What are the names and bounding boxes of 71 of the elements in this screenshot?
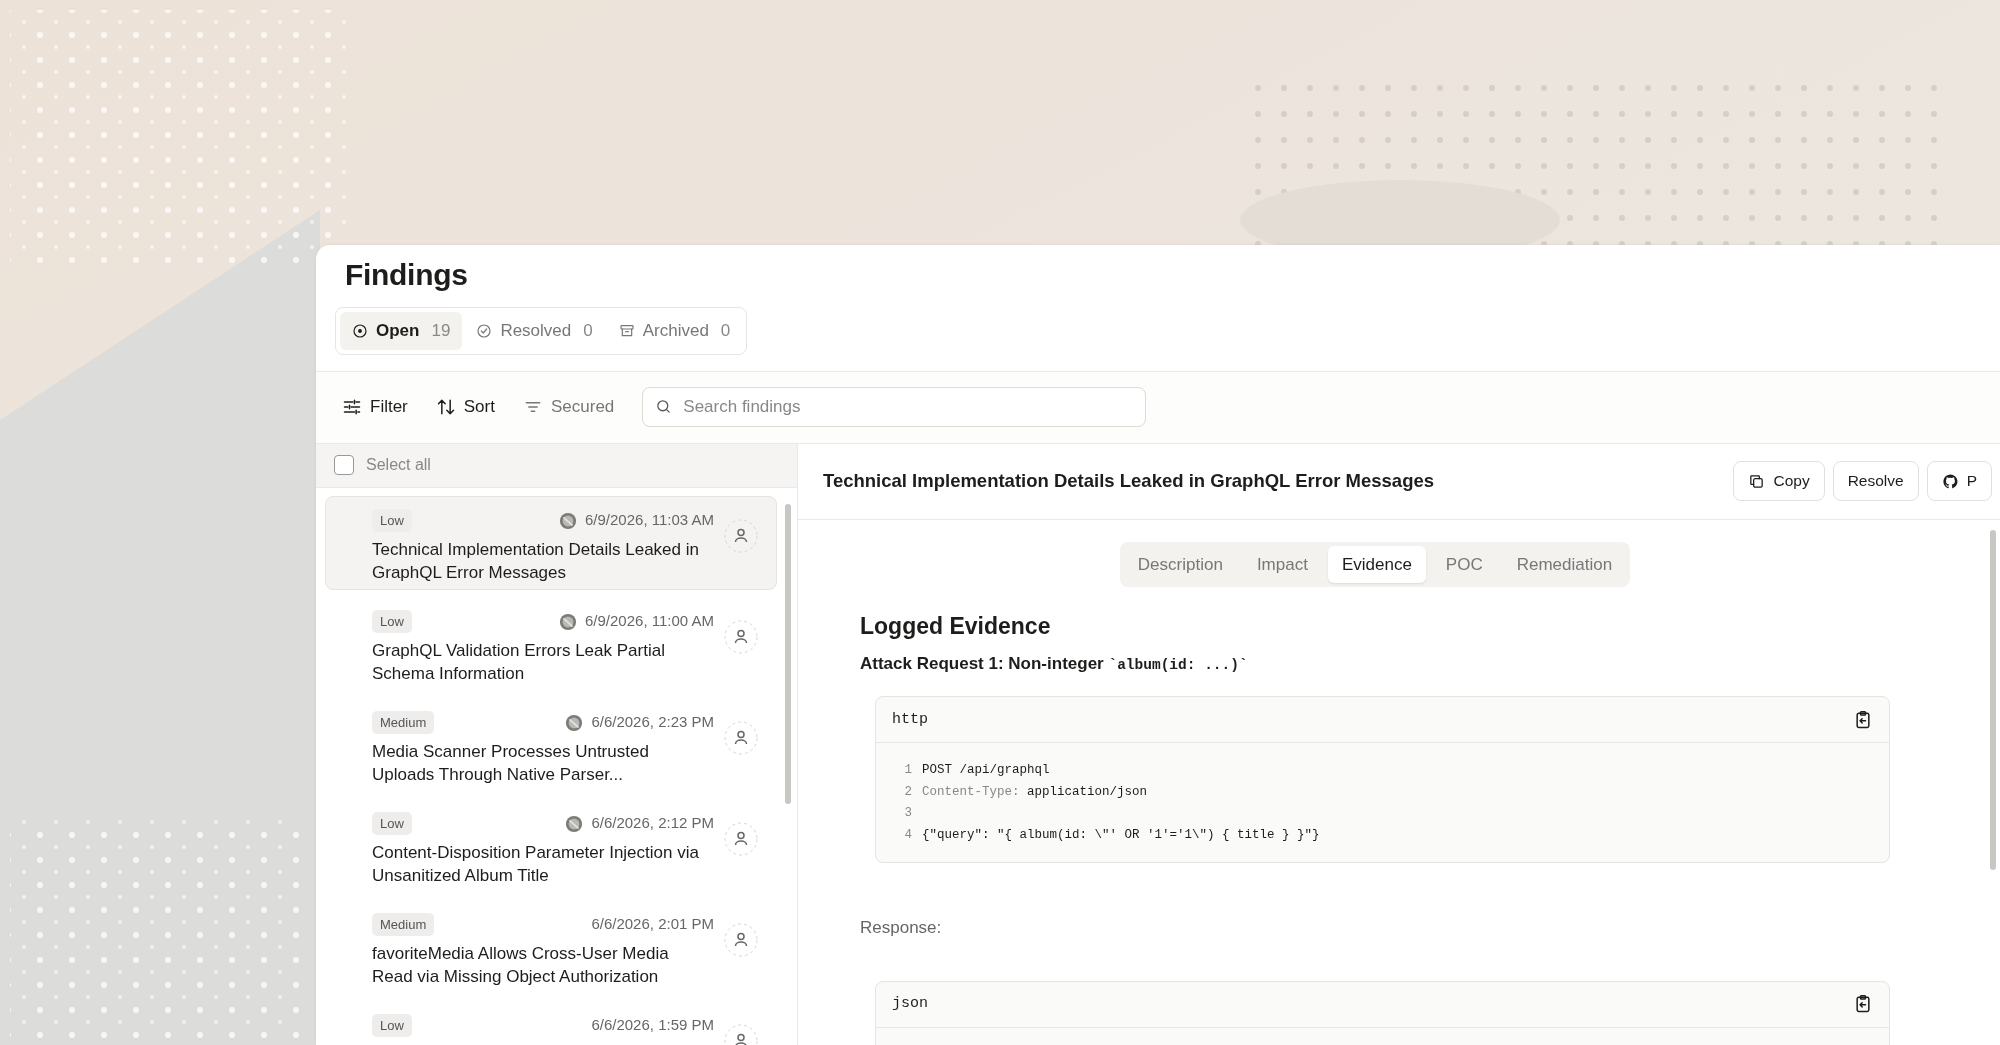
response-label: Response: <box>860 917 943 940</box>
severity-tag: Medium <box>372 912 435 937</box>
search-icon <box>655 398 673 415</box>
assignee-icon[interactable] <box>724 821 758 856</box>
finding-item[interactable]: Low 6/6/2026, 2:12 PM Content-Disposition Parameter Injection via Unsanitized Album Title <box>325 798 777 893</box>
finding-item[interactable]: Low 6/6/2026, 1:59 PM <box>325 1000 777 1045</box>
detail-tab[interactable]: Impact <box>1242 545 1322 583</box>
copy-button[interactable]: Copy <box>1733 461 1825 501</box>
sort-button[interactable]: Sort <box>427 388 503 426</box>
finding-title: Content-Disposition Parameter Injection via Unsanitized Album Title <box>372 842 700 888</box>
assignee-icon[interactable] <box>724 720 758 755</box>
archive-box-icon <box>618 322 635 339</box>
date-text: 6/6/2026, 2:12 PM <box>591 813 714 834</box>
date-text: 6/9/2026, 11:00 AM <box>585 611 714 632</box>
finding-item[interactable]: Medium 6/6/2026, 2:23 PM Media Scanner Processes Untrusted Uploads Through Native Parser... <box>325 697 777 792</box>
line-number: 4 <box>903 826 912 844</box>
detail-tab[interactable]: Remediation <box>1502 545 1627 583</box>
assignee-icon[interactable] <box>724 619 758 654</box>
code-language: json <box>892 993 928 1014</box>
select-all-checkbox[interactable] <box>334 455 354 476</box>
severity-tag: Low <box>372 609 412 634</box>
clipboard-icon[interactable] <box>1853 994 1873 1015</box>
sort-arrows-icon <box>435 397 456 417</box>
assignee-icon[interactable] <box>724 922 758 957</box>
finding-title: Media Scanner Processes Untrusted Uploads Through Native Parser... <box>372 741 650 787</box>
sliders-icon <box>342 397 362 417</box>
finding-item[interactable]: Low 6/9/2026, 11:03 AM Technical Implementation Details Leaked in GraphQL Error Messages <box>325 495 777 590</box>
secured-filter-button[interactable]: Secured <box>514 388 623 426</box>
code-line: {"query": "{ album(id: \"' OR '1'='1\") { title } }"} <box>922 826 1320 844</box>
finding-title: favoriteMedia Allows Cross-User Media Read via Missing Object Authorization <box>372 943 670 989</box>
code-line: POST /api/graphql <box>922 761 1050 779</box>
github-icon <box>1941 472 1959 490</box>
finding-detail-title: Technical Implementation Details Leaked in GraphQL Error Messages <box>823 469 1436 494</box>
status-tab[interactable]: Open 19 <box>340 312 463 350</box>
target-icon <box>352 322 368 339</box>
date-text: 6/6/2026, 2:01 PM <box>591 914 714 935</box>
finding-item[interactable]: Low 6/9/2026, 11:00 AM GraphQL Validation Errors Leak Partial Schema Information <box>325 596 777 691</box>
copy-icon <box>1748 472 1766 490</box>
section-heading: Logged Evidence <box>860 613 1052 641</box>
severity-tag: Low <box>372 508 412 533</box>
finding-item[interactable]: Medium 6/6/2026, 2:01 PM favoriteMedia Allows Cross-User Media Read via Missing Object Authorization <box>325 899 777 994</box>
detail-tab[interactable]: Evidence <box>1327 545 1426 583</box>
finding-title: GraphQL Validation Errors Leak Partial Schema Information <box>372 640 666 686</box>
code-language: http <box>892 709 928 730</box>
assignee-icon[interactable] <box>724 518 758 553</box>
github-button[interactable]: P <box>1926 461 1992 501</box>
severity-tag: Low <box>372 1013 412 1038</box>
finding-title: Technical Implementation Details Leaked in GraphQL Error Messages <box>372 539 700 585</box>
severity-tag: Medium <box>372 710 435 735</box>
scrollbar[interactable] <box>1990 529 1996 870</box>
code-line: Content-Type: application/json <box>922 783 1148 801</box>
detail-tab[interactable]: POC <box>1431 545 1497 583</box>
attack-request-heading: Attack Request 1: Non-integer `album(id: ...)` <box>860 652 1249 675</box>
select-all-label: Select all <box>366 455 431 476</box>
check-circle-icon <box>476 322 493 339</box>
line-number: 2 <box>903 783 912 801</box>
line-number: 1 <box>903 761 912 779</box>
severity-tag: Low <box>372 811 412 836</box>
page-title: Findings <box>345 257 469 293</box>
resolve-button[interactable]: Resolve <box>1832 461 1919 501</box>
scrollbar[interactable] <box>785 503 791 804</box>
line-number: 3 <box>903 805 912 823</box>
detail-tab[interactable]: Description <box>1123 545 1237 583</box>
status-tab[interactable]: Archived 0 <box>606 312 743 350</box>
status-tab[interactable]: Resolved 0 <box>464 312 605 350</box>
search-field[interactable]: Search findings <box>642 387 1147 427</box>
clipboard-icon[interactable] <box>1853 709 1873 730</box>
date-text: 6/6/2026, 2:23 PM <box>591 712 714 733</box>
date-text: 6/9/2026, 11:03 AM <box>585 510 714 531</box>
filter-button[interactable]: Filter <box>334 388 416 426</box>
date-text: 6/6/2026, 1:59 PM <box>591 1015 714 1036</box>
